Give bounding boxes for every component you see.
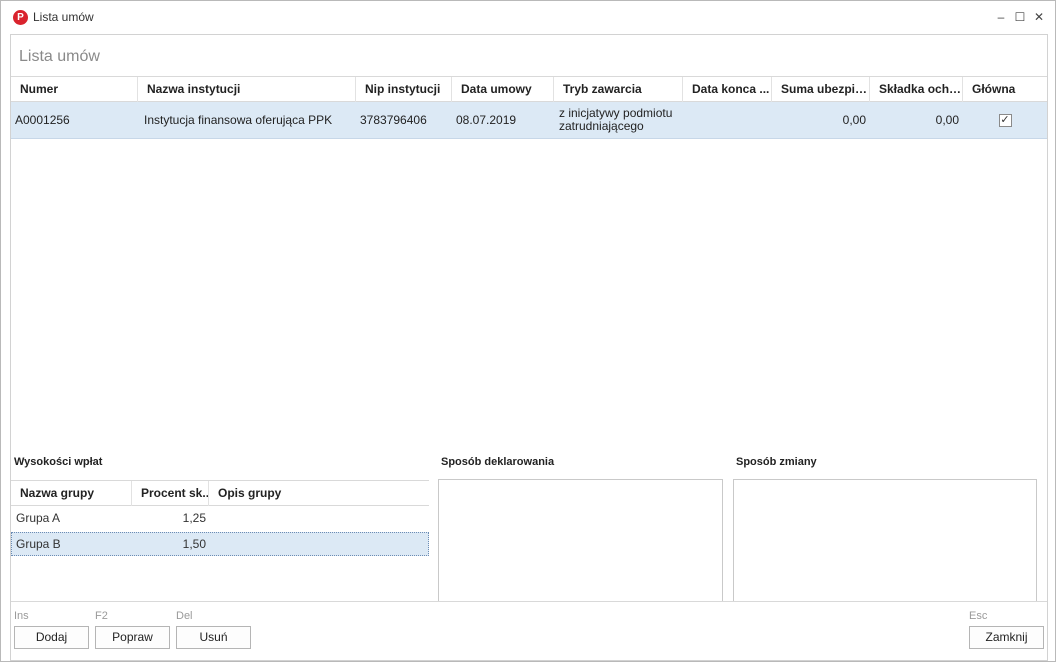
minimize-icon[interactable]: – bbox=[992, 8, 1010, 26]
window-title: Lista umów bbox=[33, 10, 94, 24]
cell-suma: 0,00 bbox=[842, 113, 866, 127]
column-header-tryb[interactable]: Tryb zawarcia bbox=[554, 77, 683, 102]
column-header-numer[interactable]: Numer bbox=[11, 77, 138, 102]
glowna-checkbox[interactable]: ✓ bbox=[998, 113, 1012, 127]
payments-section-label: Wysokości wpłat bbox=[14, 456, 103, 468]
list-item[interactable]: Grupa A 1,25 bbox=[11, 507, 429, 531]
cell-nip: 3783796406 bbox=[360, 113, 427, 127]
group-description bbox=[216, 507, 416, 529]
delete-button[interactable]: Usuń bbox=[176, 626, 251, 649]
group-description bbox=[216, 533, 416, 555]
cell-numer: A0001256 bbox=[15, 113, 70, 127]
cell-glowna: ✓ bbox=[963, 102, 1047, 138]
change-textarea[interactable] bbox=[733, 479, 1037, 602]
cell-tryb-line2: zatrudniającego bbox=[559, 119, 644, 133]
column-header-data-konca[interactable]: Data konca ... bbox=[683, 77, 772, 102]
column-header-procent[interactable]: Procent sk... bbox=[132, 481, 209, 506]
edit-shortcut-hint: F2 bbox=[95, 610, 108, 622]
app-logo-icon: P bbox=[13, 10, 28, 25]
column-header-data-umowy[interactable]: Data umowy bbox=[452, 77, 554, 102]
cell-data-umowy: 08.07.2019 bbox=[456, 113, 517, 127]
content-panel: Lista umów Numer Nazwa instytucji Nip in… bbox=[10, 34, 1048, 661]
cell-tryb: z inicjatywy podmiotu zatrudniającego bbox=[555, 102, 683, 138]
footer-divider bbox=[11, 601, 1047, 602]
maximize-icon[interactable]: ☐ bbox=[1011, 8, 1029, 26]
cell-nazwa: Instytucja finansowa oferująca PPK bbox=[144, 113, 333, 127]
group-name: Grupa A bbox=[16, 511, 61, 525]
edit-button[interactable]: Popraw bbox=[95, 626, 170, 649]
title-bar[interactable]: P Lista umów – ☐ ✕ bbox=[1, 1, 1055, 33]
cell-data-konca bbox=[683, 102, 772, 138]
column-header-suma[interactable]: Suma ubezpie... bbox=[772, 77, 870, 102]
close-icon[interactable]: ✕ bbox=[1030, 8, 1048, 26]
payments-grid-header: Nazwa grupy Procent sk... Opis grupy bbox=[11, 480, 429, 506]
page-title: Lista umów bbox=[19, 48, 100, 65]
contracts-grid-header: Numer Nazwa instytucji Nip instytucji Da… bbox=[11, 76, 1047, 102]
list-item[interactable]: Grupa B 1,50 bbox=[11, 532, 429, 556]
delete-shortcut-hint: Del bbox=[176, 610, 193, 622]
add-shortcut-hint: Ins bbox=[14, 610, 29, 622]
column-header-skladka[interactable]: Składka ochr... bbox=[870, 77, 963, 102]
column-header-nazwa-grupy[interactable]: Nazwa grupy bbox=[11, 481, 132, 506]
declaration-section-label: Sposób deklarowania bbox=[441, 456, 555, 468]
add-button[interactable]: Dodaj bbox=[14, 626, 89, 649]
group-percent: 1,50 bbox=[182, 537, 206, 551]
group-percent: 1,25 bbox=[182, 511, 206, 525]
close-shortcut-hint: Esc bbox=[969, 610, 988, 622]
table-row[interactable]: A0001256 Instytucja finansowa oferująca … bbox=[11, 102, 1047, 139]
change-section-label: Sposób zmiany bbox=[736, 456, 817, 468]
column-header-opis-grupy[interactable]: Opis grupy bbox=[209, 481, 429, 506]
column-header-nazwa[interactable]: Nazwa instytucji bbox=[138, 77, 356, 102]
cell-skladka: 0,00 bbox=[935, 113, 959, 127]
column-header-glowna[interactable]: Główna bbox=[963, 77, 1047, 102]
main-window: P Lista umów – ☐ ✕ Lista umów Numer Nazw… bbox=[0, 0, 1056, 662]
column-header-nip[interactable]: Nip instytucji bbox=[356, 77, 452, 102]
close-button[interactable]: Zamknij bbox=[969, 626, 1044, 649]
group-name: Grupa B bbox=[16, 537, 61, 551]
declaration-textarea[interactable] bbox=[438, 479, 723, 602]
